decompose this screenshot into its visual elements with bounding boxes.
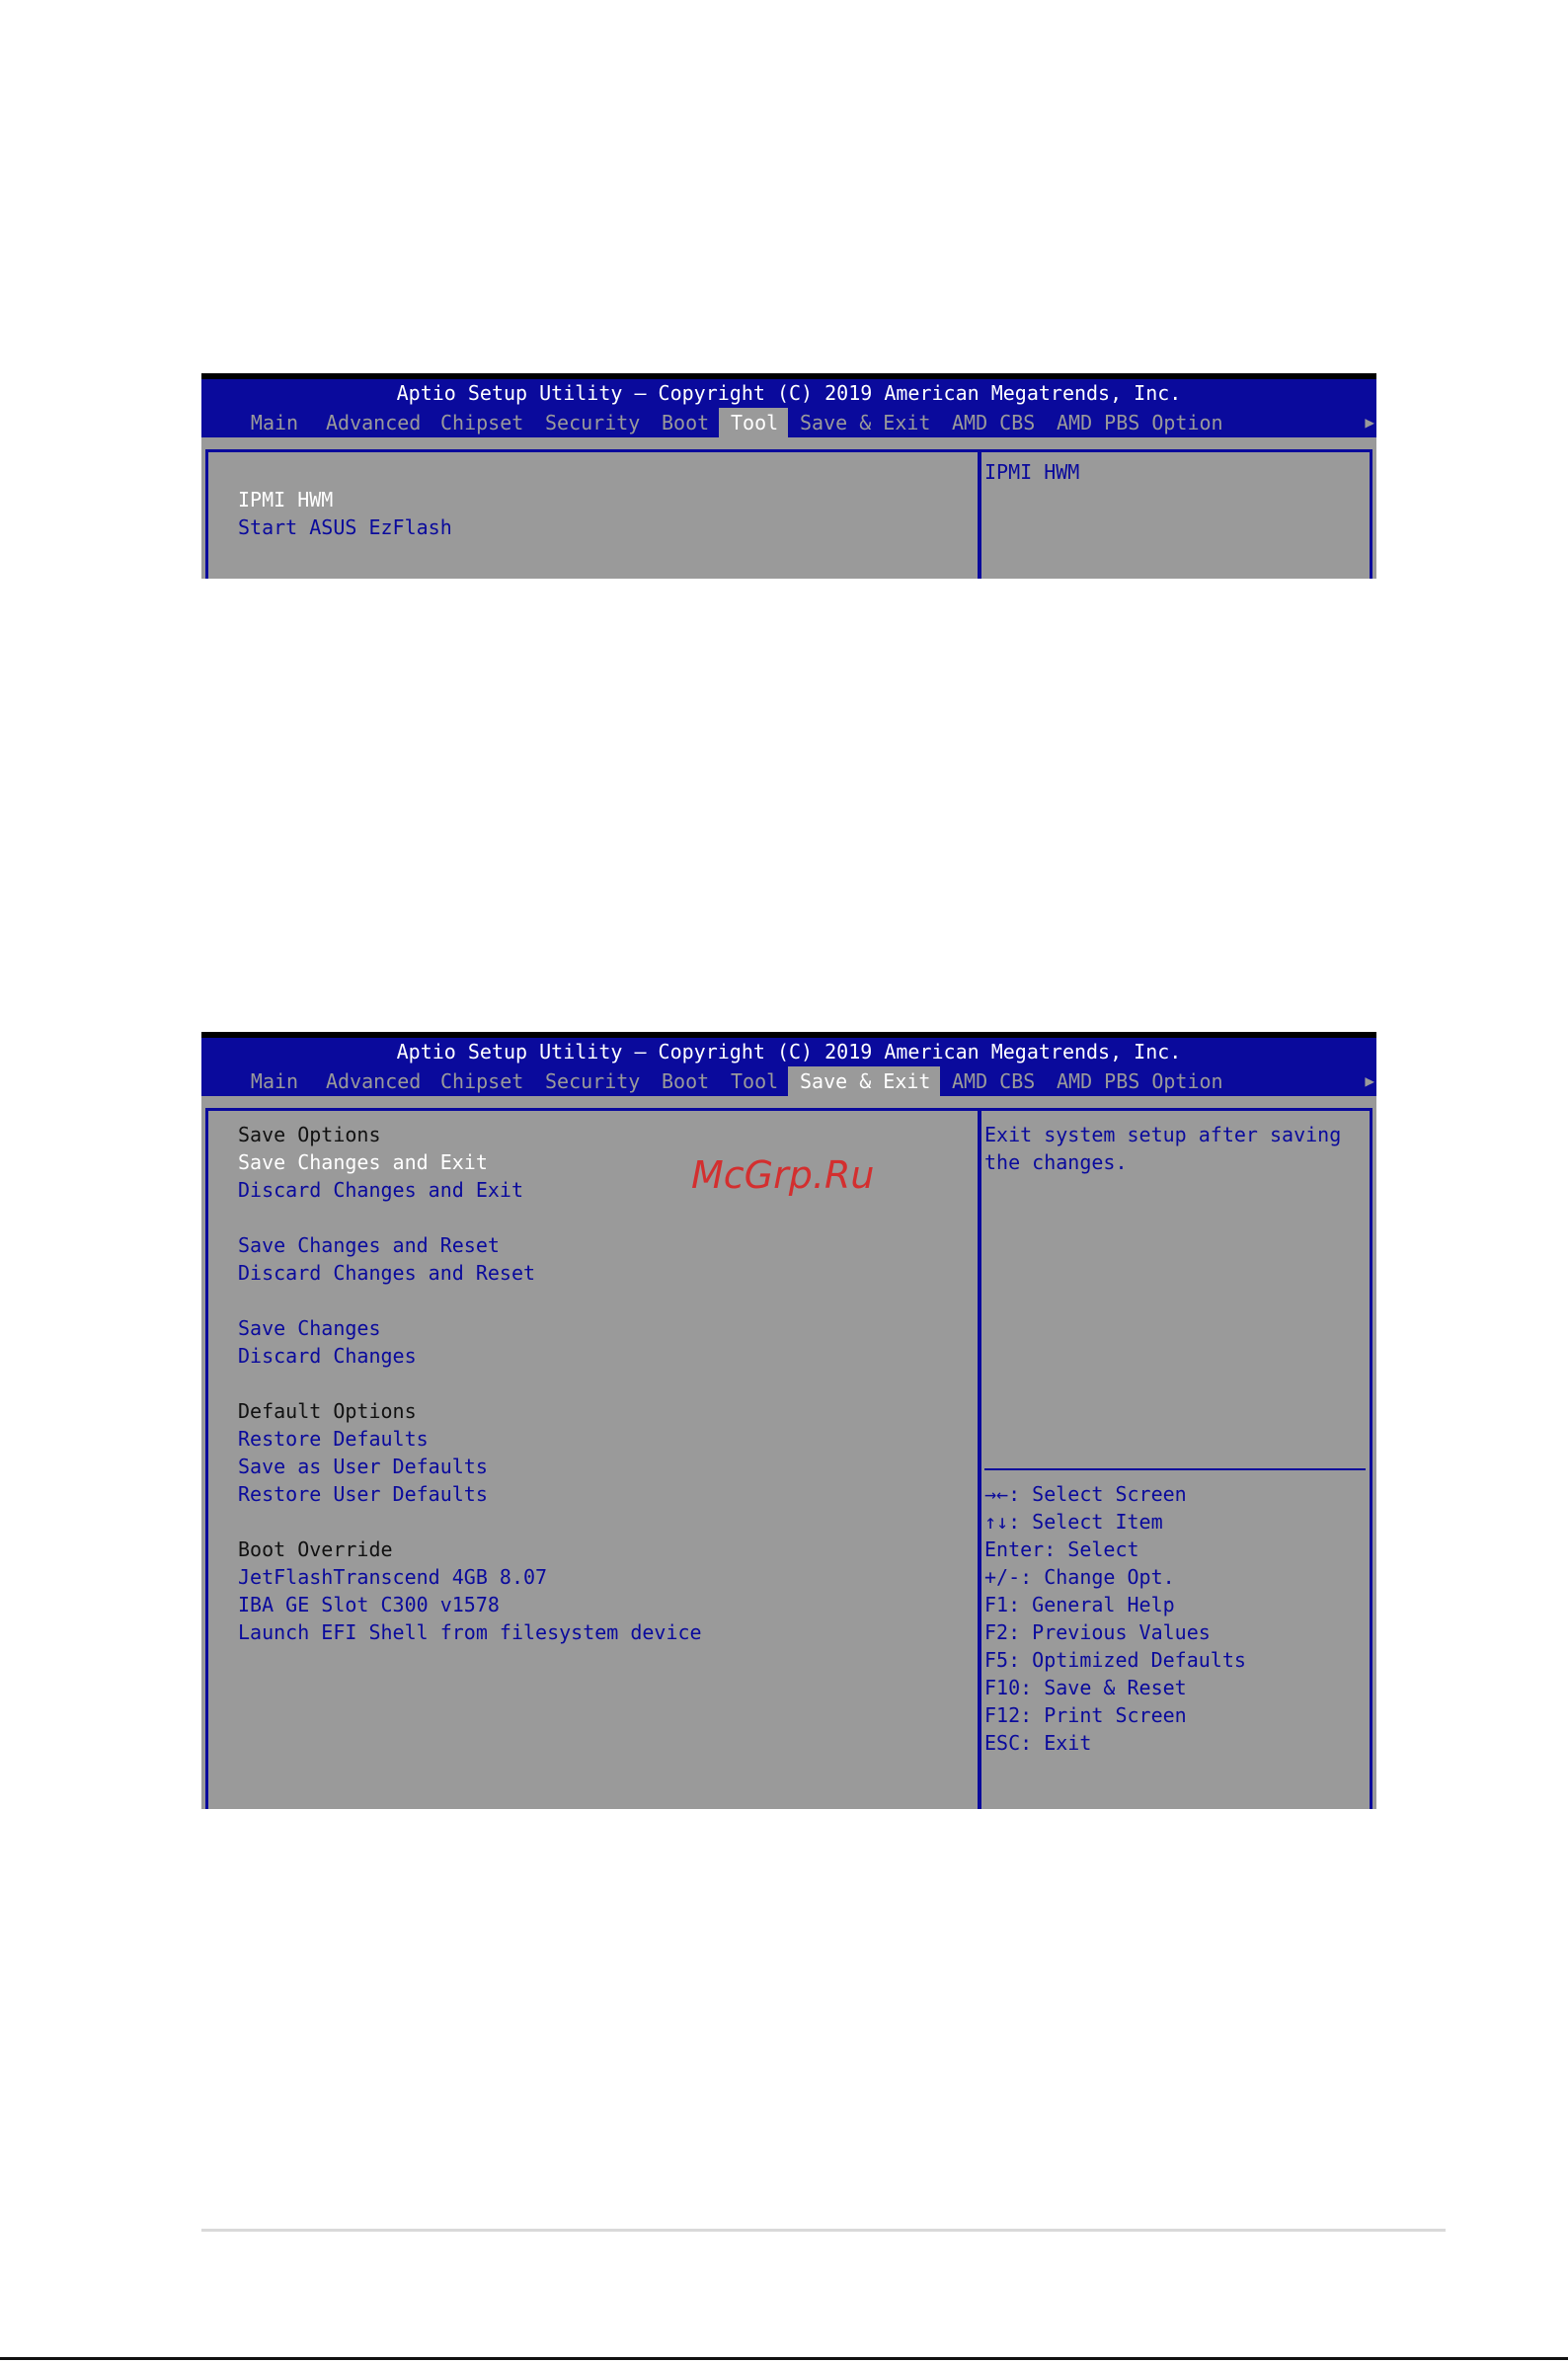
discard-changes-and-reset-item[interactable]: Discard Changes and Reset [238,1259,535,1287]
tab-advanced[interactable]: Advanced [314,408,429,437]
restore-user-defaults-item[interactable]: Restore User Defaults [238,1480,488,1508]
default-options-heading: Default Options [238,1399,417,1423]
bios-help-panel: Exit system setup after saving the chang… [978,1108,1372,1809]
tab-security[interactable]: Security [533,1066,650,1096]
tab-tool[interactable]: Tool [719,1066,788,1096]
help-text-line: Exit system setup after saving [984,1123,1342,1146]
bottom-rule [0,2357,1568,2360]
tab-amd-cbs[interactable]: AMD CBS [940,408,1045,437]
key-hint: F10: Save & Reset [984,1676,1187,1699]
scroll-right-icon: ▶ [1365,413,1374,432]
bios-main-panel: IPMI HWM Start ASUS EzFlash [205,449,981,579]
scroll-right-icon: ▶ [1365,1071,1374,1090]
help-text: IPMI HWM [984,460,1080,484]
bios-screen-tool: Aptio Setup Utility – Copyright (C) 2019… [201,373,1376,579]
footer-rule [201,2229,1446,2232]
restore-defaults-item[interactable]: Restore Defaults [238,1425,429,1453]
key-hint: F12: Print Screen [984,1703,1187,1727]
key-hint: +/-: Change Opt. [984,1565,1175,1589]
boot-override-item[interactable]: Launch EFI Shell from filesystem device [238,1618,702,1646]
start-ezflash-item[interactable]: Start ASUS EzFlash [238,513,452,541]
boot-override-item[interactable]: JetFlashTranscend 4GB 8.07 [238,1563,547,1591]
save-changes-and-reset-item[interactable]: Save Changes and Reset [238,1231,500,1259]
help-text-line: the changes. [984,1150,1128,1174]
save-changes-and-exit-item[interactable]: Save Changes and Exit [238,1148,488,1176]
tab-main[interactable]: Main [235,408,314,437]
tab-chipset[interactable]: Chipset [429,408,533,437]
discard-changes-and-exit-item[interactable]: Discard Changes and Exit [238,1176,523,1204]
tab-amd-pbs-option[interactable]: AMD PBS Option [1045,408,1232,437]
tab-amd-pbs-option[interactable]: AMD PBS Option [1045,1066,1232,1096]
bios-main-panel: Save Options Save Changes and Exit Disca… [205,1108,981,1809]
key-hint: Enter: Select [984,1537,1139,1561]
save-changes-item[interactable]: Save Changes [238,1314,381,1342]
save-as-user-defaults-item[interactable]: Save as User Defaults [238,1453,488,1480]
bios-menubar: Main Advanced Chipset Security Boot Tool… [201,408,1376,437]
bios-title: Aptio Setup Utility – Copyright (C) 2019… [201,1038,1376,1066]
tab-chipset[interactable]: Chipset [429,1066,533,1096]
tab-boot[interactable]: Boot [650,408,719,437]
tab-amd-cbs[interactable]: AMD CBS [940,1066,1045,1096]
bios-menubar: Main Advanced Chipset Security Boot Tool… [201,1066,1376,1096]
key-hint: →←: Select Screen [984,1482,1187,1506]
key-hint: ↑↓: Select Item [984,1510,1163,1534]
tab-save-exit[interactable]: Save & Exit [788,1066,940,1096]
tab-security[interactable]: Security [533,408,650,437]
save-options-heading: Save Options [238,1123,381,1146]
watermark: McGrp.Ru [691,1153,875,1197]
tab-boot[interactable]: Boot [650,1066,719,1096]
boot-override-heading: Boot Override [238,1537,393,1561]
bios-title: Aptio Setup Utility – Copyright (C) 2019… [201,379,1376,408]
key-hint: ESC: Exit [984,1731,1092,1755]
discard-changes-item[interactable]: Discard Changes [238,1342,417,1370]
key-hint: F2: Previous Values [984,1620,1211,1644]
tab-tool[interactable]: Tool [719,408,788,437]
ipmi-hwm-item[interactable]: IPMI HWM [238,486,333,513]
key-hint: F1: General Help [984,1593,1175,1616]
tab-main[interactable]: Main [235,1066,314,1096]
bios-help-panel: IPMI HWM [978,449,1372,579]
tab-advanced[interactable]: Advanced [314,1066,429,1096]
key-hint: F5: Optimized Defaults [984,1648,1246,1672]
tab-save-exit[interactable]: Save & Exit [788,408,940,437]
bios-screen-save-exit: Aptio Setup Utility – Copyright (C) 2019… [201,1032,1376,1809]
help-divider [984,1468,1366,1470]
boot-override-item[interactable]: IBA GE Slot C300 v1578 [238,1591,500,1618]
